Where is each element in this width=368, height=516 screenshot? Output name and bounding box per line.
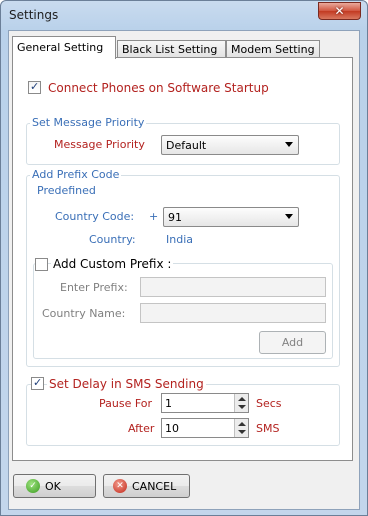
country-value: India: [166, 233, 193, 246]
cancel-label: CANCEL: [132, 479, 177, 493]
tab-black-list-setting[interactable]: Black List Setting: [117, 40, 226, 58]
tab-modem-setting[interactable]: Modem Setting: [226, 40, 320, 58]
chevron-down-icon: [285, 142, 293, 147]
pause-for-value: 1: [165, 397, 172, 410]
ok-button[interactable]: ✓ OK: [13, 474, 96, 498]
pause-for-stepper[interactable]: 1: [161, 393, 249, 413]
connect-on-startup-label[interactable]: Connect Phones on Software Startup: [48, 81, 269, 95]
pause-for-label: Pause For: [99, 397, 153, 410]
country-code-plus: +: [149, 210, 159, 223]
country-code-label: Country Code:: [55, 210, 135, 223]
country-code-value: 91: [168, 211, 182, 224]
after-sms-unit: SMS: [256, 422, 280, 435]
dialog-client-area: General Setting Black List Setting Modem…: [8, 30, 360, 510]
ok-label: OK: [45, 479, 61, 493]
custom-prefix-checkbox[interactable]: [35, 258, 48, 271]
sms-delay-checkbox[interactable]: ✓: [31, 376, 44, 390]
prefix-code-legend: Add Prefix Code: [30, 168, 122, 181]
spin-up-icon[interactable]: [238, 422, 246, 426]
title-bar[interactable]: Settings ✕: [1, 1, 367, 27]
country-code-dropdown[interactable]: 91: [163, 207, 299, 227]
enter-prefix-label: Enter Prefix:: [60, 281, 128, 294]
message-priority-label: Message Priority: [54, 138, 145, 151]
cancel-circle-icon: ✕: [113, 479, 127, 493]
enter-prefix-input[interactable]: [140, 277, 326, 297]
check-icon: ✓: [30, 80, 40, 93]
tab-general-setting[interactable]: General Setting: [12, 36, 116, 59]
chevron-down-icon: [285, 214, 293, 219]
custom-prefix-label[interactable]: Add Custom Prefix :: [51, 257, 174, 271]
pause-for-unit: Secs: [256, 397, 282, 410]
add-prefix-button[interactable]: Add: [259, 331, 326, 354]
message-priority-value: Default: [166, 139, 207, 152]
message-priority-dropdown[interactable]: Default: [161, 135, 299, 155]
after-sms-value: 10: [165, 422, 179, 435]
window-title: Settings: [9, 8, 59, 22]
close-icon: ✕: [334, 4, 345, 18]
spin-buttons[interactable]: [234, 419, 248, 437]
settings-window: Settings ✕ General Setting Black List Se…: [0, 0, 368, 516]
check-circle-icon: ✓: [26, 479, 40, 493]
country-name-input[interactable]: [140, 303, 326, 323]
check-icon: ✓: [33, 376, 43, 389]
after-sms-stepper[interactable]: 10: [161, 418, 249, 438]
after-label: After: [128, 422, 155, 435]
country-label: Country:: [89, 233, 136, 246]
message-priority-legend: Set Message Priority: [30, 116, 147, 129]
spin-down-icon[interactable]: [238, 430, 246, 434]
spin-down-icon[interactable]: [238, 405, 246, 409]
close-button[interactable]: ✕: [318, 2, 361, 20]
spin-buttons[interactable]: [234, 394, 248, 412]
cancel-button[interactable]: ✕ CANCEL: [103, 474, 190, 498]
connect-on-startup-checkbox[interactable]: ✓: [28, 80, 41, 94]
spin-up-icon[interactable]: [238, 397, 246, 401]
general-setting-page: ✓ Connect Phones on Software Startup Set…: [12, 57, 353, 461]
country-name-label: Country Name:: [42, 307, 126, 320]
predefined-legend: Predefined: [35, 184, 98, 197]
sms-delay-label[interactable]: Set Delay in SMS Sending: [47, 377, 206, 391]
